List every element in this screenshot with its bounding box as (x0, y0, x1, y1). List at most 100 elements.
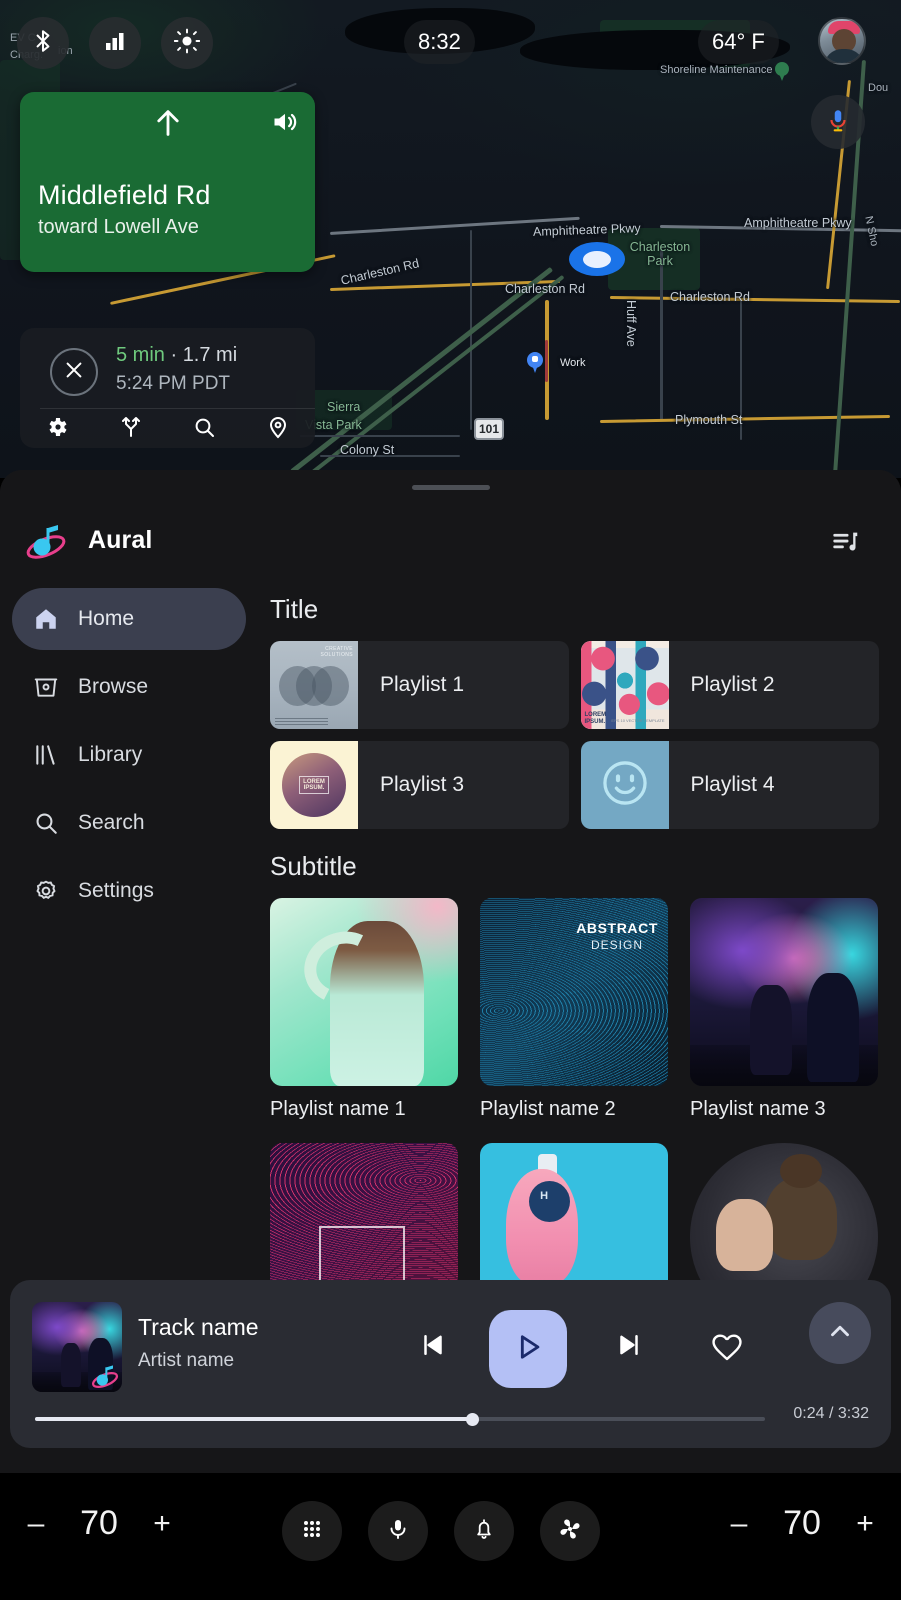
right-volume-control: – 70 + (727, 1504, 877, 1543)
end-navigation-button[interactable] (50, 348, 98, 396)
straight-arrow-icon (151, 106, 185, 145)
nav-settings-button[interactable] (20, 415, 94, 444)
microphone-icon (386, 1517, 410, 1546)
sidebar-item-label: Settings (78, 879, 154, 902)
map-label-plymouth: Plymouth St (675, 413, 743, 427)
playlist-row-1[interactable]: CREATIVE SOLUTIONS Playlist 1 (270, 641, 569, 729)
navigation-maneuver-card[interactable]: Middlefield Rd toward Lowell Ave (20, 92, 315, 272)
map-label-work: Work (560, 357, 586, 369)
sidebar-item-library[interactable]: Library (12, 724, 246, 786)
left-volume-decrease[interactable]: – (24, 1507, 48, 1541)
section-title: Title (270, 594, 319, 624)
search-icon (30, 810, 62, 836)
alternate-routes-icon (119, 415, 143, 444)
drag-handle[interactable] (411, 485, 490, 490)
expand-player-button[interactable] (809, 1302, 871, 1364)
smiley-face-icon (597, 755, 653, 816)
queue-music-icon[interactable] (831, 528, 859, 561)
playlist-name: Playlist name 3 (690, 1098, 826, 1120)
left-volume-increase[interactable]: + (150, 1507, 174, 1541)
map-road-grid-1 (300, 435, 460, 437)
map-label-huff-ave: Huff Ave (624, 300, 638, 347)
playback-progress-bar[interactable] (35, 1410, 765, 1428)
now-playing-album-art[interactable] (32, 1302, 122, 1392)
user-avatar[interactable] (818, 17, 866, 65)
home-icon (30, 606, 62, 632)
previous-track-button[interactable] (410, 1324, 456, 1370)
music-content-area[interactable]: Title CREATIVE SOLUTIONS Playlist 1 LORE… (258, 582, 901, 1372)
brightness-button[interactable] (161, 17, 213, 69)
settings-gear-icon (45, 415, 69, 444)
playlist-card-1[interactable]: Playlist name 1 (270, 898, 458, 1121)
playlist-name: Playlist 1 (380, 673, 465, 696)
eta-duration: 5 min (116, 344, 165, 366)
close-x-icon (63, 359, 85, 386)
playlist-card-3[interactable]: Playlist name 3 (690, 898, 878, 1121)
map-pin-work[interactable] (527, 352, 543, 374)
eta-arrival-time: 5:24 PM PDT (116, 373, 231, 394)
climate-fan-button[interactable] (540, 1501, 600, 1561)
art-text-creative: CREATIVE SOLUTIONS (320, 646, 353, 658)
notifications-button[interactable] (454, 1501, 514, 1561)
playlist-row-2[interactable]: LOREM IPSUM. EPS 10 VECTOR TEMPLATE Playl… (580, 641, 879, 729)
map-traffic-red (545, 340, 548, 382)
map-label-colony: Colony St (340, 443, 395, 457)
sidebar-item-label: Browse (78, 675, 149, 698)
eta-divider (40, 408, 315, 409)
nav-location-button[interactable] (241, 415, 315, 444)
signal-button[interactable] (89, 17, 141, 69)
sidebar-item-browse[interactable]: Browse (12, 656, 246, 718)
playlist-row-3[interactable]: LOREM IPSUM. Playlist 3 (270, 741, 569, 829)
sidebar-item-home[interactable]: Home (12, 588, 246, 650)
apps-button[interactable] (282, 1501, 342, 1561)
skip-previous-icon (418, 1330, 448, 1365)
mic-button[interactable] (368, 1501, 428, 1561)
playlist-row-4[interactable]: Playlist 4 (580, 741, 879, 829)
playlist-artwork (270, 898, 458, 1086)
map-label-dou: Dou (868, 82, 889, 94)
aural-app-badge-icon (90, 1362, 120, 1390)
map-label-charleston-park: Charleston Park (629, 240, 691, 269)
playlist-name: Playlist 2 (690, 673, 775, 696)
sidebar-item-settings[interactable]: Settings (12, 860, 246, 922)
section-subtitle: Subtitle (270, 851, 357, 881)
play-icon (511, 1330, 545, 1369)
nav-routes-button[interactable] (94, 415, 168, 444)
clock-display: 8:32 (404, 20, 475, 64)
playlist-thumbnail: LOREM IPSUM. (270, 741, 358, 829)
playlist-name: Playlist name 2 (480, 1098, 616, 1120)
volume-on-icon[interactable] (271, 108, 299, 141)
status-bar: EV CCharg. ion (0, 0, 901, 149)
favorite-button[interactable] (702, 1324, 752, 1374)
map-road-huff (660, 250, 663, 420)
app-title: Aural (88, 526, 153, 554)
playlist-name: Playlist 3 (380, 773, 465, 796)
playlist-name: Playlist name 1 (270, 1098, 406, 1120)
fan-icon (557, 1516, 583, 1547)
brightness-icon (173, 28, 201, 59)
map-highway-shield: 101 (474, 418, 504, 440)
sidebar-item-search[interactable]: Search (12, 792, 246, 854)
map-label-charleston-rd-3: Charleston Rd (670, 290, 750, 304)
temperature-display: 64° F (698, 20, 779, 64)
playlist-card-2[interactable]: ABSTRACT DESIGN Playlist name 2 (480, 898, 668, 1121)
nav-search-button[interactable] (168, 415, 242, 444)
map-current-location-chevron (569, 242, 625, 276)
next-track-button[interactable] (606, 1324, 652, 1370)
playlist-thumbnail: CREATIVE SOLUTIONS (270, 641, 358, 729)
search-icon (192, 415, 216, 444)
right-volume-decrease[interactable]: – (727, 1507, 751, 1541)
right-volume-increase[interactable]: + (853, 1507, 877, 1541)
chevron-up-icon (825, 1316, 855, 1351)
play-pause-button[interactable] (489, 1310, 567, 1388)
library-icon (30, 742, 62, 768)
bluetooth-button[interactable] (17, 17, 69, 69)
playlist-name: Playlist 4 (690, 773, 775, 796)
sidebar-item-label: Home (78, 607, 135, 630)
playlist-small-grid: CREATIVE SOLUTIONS Playlist 1 LOREM IPSUM.… (270, 641, 879, 829)
assistant-mic-button[interactable] (811, 95, 865, 149)
progress-fill (35, 1417, 473, 1421)
art-text-abstract: ABSTRACT (576, 920, 658, 936)
sidebar-item-label: Library (78, 743, 143, 766)
progress-knob[interactable] (466, 1413, 480, 1426)
